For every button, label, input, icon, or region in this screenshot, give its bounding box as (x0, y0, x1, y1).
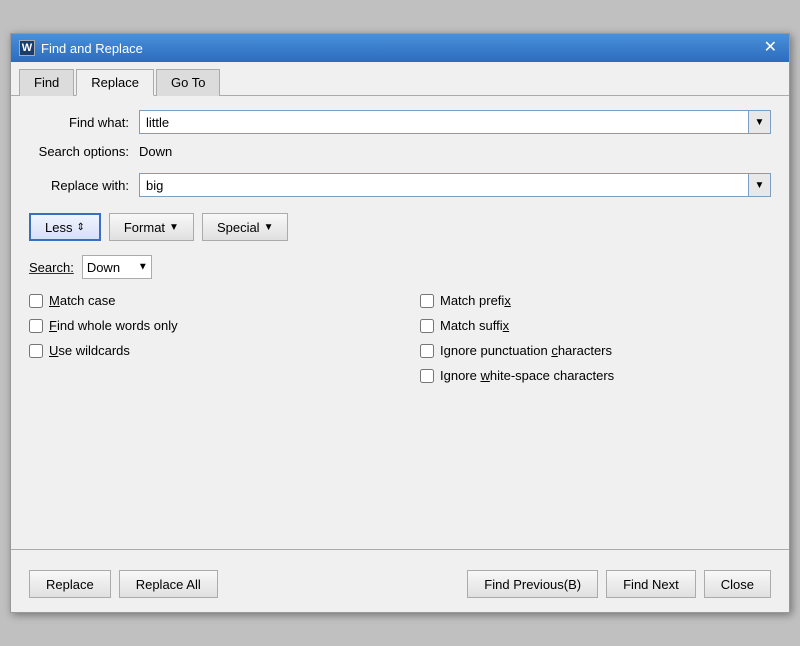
close-button[interactable]: Close (704, 570, 771, 598)
app-icon: W (19, 40, 35, 56)
ignore-punctuation-label[interactable]: Ignore punctuation characters (440, 343, 612, 358)
format-arrow-icon: ▼ (169, 222, 179, 233)
replace-all-button[interactable]: Replace All (119, 570, 218, 598)
whole-words-checkbox[interactable] (29, 319, 43, 333)
whole-words-item: Find whole words only (29, 318, 380, 333)
search-direction-select[interactable]: Up Down All (82, 255, 152, 279)
less-arrow-icon: ⇕ (76, 222, 84, 233)
replace-with-input[interactable] (139, 173, 749, 197)
less-button[interactable]: Less ⇕ (29, 213, 101, 241)
search-options-row: Search options: Down (29, 144, 771, 159)
ignore-whitespace-checkbox[interactable] (420, 369, 434, 383)
match-prefix-item: Match prefix (420, 293, 771, 308)
find-previous-button[interactable]: Find Previous(B) (467, 570, 598, 598)
special-arrow-icon: ▼ (264, 222, 274, 233)
bottom-buttons-bar: Replace Replace All Find Previous(B) Fin… (11, 560, 789, 612)
wildcards-label[interactable]: Use wildcards (49, 343, 130, 358)
match-prefix-label[interactable]: Match prefix (440, 293, 511, 308)
replace-button[interactable]: Replace (29, 570, 111, 598)
match-suffix-label[interactable]: Match suffix (440, 318, 509, 333)
checkboxes-left-col: Match case Find whole words only Use wil… (29, 293, 380, 383)
search-options-label: Search options: (29, 144, 139, 159)
match-suffix-item: Match suffix (420, 318, 771, 333)
find-replace-dialog: W Find and Replace ✕ Find Replace Go To … (10, 33, 790, 613)
tab-find[interactable]: Find (19, 69, 74, 96)
divider (11, 549, 789, 550)
search-direction-label: Search: (29, 260, 74, 275)
tab-replace[interactable]: Replace (76, 69, 154, 96)
find-what-input[interactable] (139, 110, 749, 134)
replace-with-label: Replace with: (29, 178, 139, 193)
match-case-item: Match case (29, 293, 380, 308)
ignore-punctuation-item: Ignore punctuation characters (420, 343, 771, 358)
find-what-label: Find what: (29, 115, 139, 130)
match-case-checkbox[interactable] (29, 294, 43, 308)
wildcards-item: Use wildcards (29, 343, 380, 358)
tab-goto[interactable]: Go To (156, 69, 220, 96)
checkboxes-area: Match case Find whole words only Use wil… (29, 293, 771, 383)
format-button[interactable]: Format ▼ (109, 213, 194, 241)
find-next-button[interactable]: Find Next (606, 570, 696, 598)
replace-with-row: Replace with: ▼ (29, 173, 771, 197)
title-bar: W Find and Replace ✕ (11, 34, 789, 62)
dialog-title: Find and Replace (41, 41, 143, 56)
tab-bar: Find Replace Go To (11, 62, 789, 96)
match-prefix-checkbox[interactable] (420, 294, 434, 308)
find-what-dropdown[interactable]: ▼ (749, 110, 771, 134)
options-buttons-row: Less ⇕ Format ▼ Special ▼ (29, 213, 771, 241)
replace-with-dropdown[interactable]: ▼ (749, 173, 771, 197)
search-direction-row: Search: Up Down All ▼ (29, 255, 771, 279)
ignore-whitespace-label[interactable]: Ignore white-space characters (440, 368, 614, 383)
checkboxes-right-col: Match prefix Match suffix Ignore punctua… (420, 293, 771, 383)
whole-words-label[interactable]: Find whole words only (49, 318, 178, 333)
match-suffix-checkbox[interactable] (420, 319, 434, 333)
special-button[interactable]: Special ▼ (202, 213, 289, 241)
match-case-label[interactable]: Match case (49, 293, 116, 308)
ignore-punctuation-checkbox[interactable] (420, 344, 434, 358)
wildcards-checkbox[interactable] (29, 344, 43, 358)
window-close-button[interactable]: ✕ (760, 40, 781, 56)
ignore-whitespace-item: Ignore white-space characters (420, 368, 771, 383)
search-options-value: Down (139, 144, 172, 159)
find-what-row: Find what: ▼ (29, 110, 771, 134)
dialog-content: Find what: ▼ Search options: Down Replac… (11, 96, 789, 539)
